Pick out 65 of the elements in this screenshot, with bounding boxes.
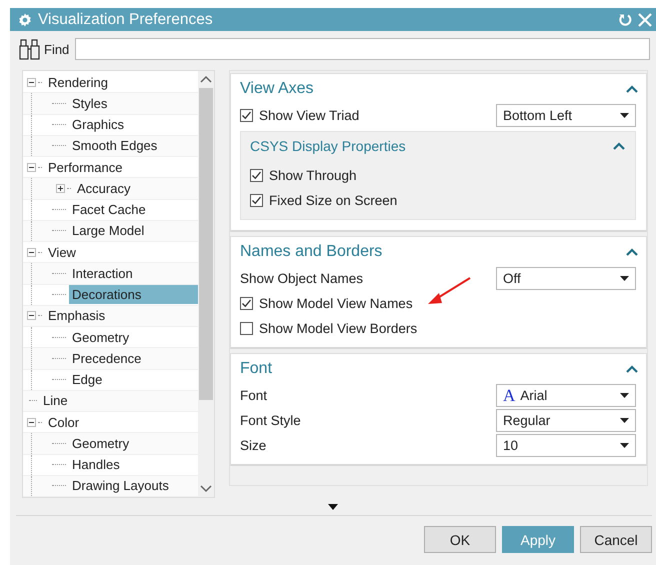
checkbox-label: Fixed Size on Screen xyxy=(269,193,398,208)
caret-icon xyxy=(620,418,629,423)
tree-item[interactable]: Performance xyxy=(45,158,126,177)
collapse-icon[interactable] xyxy=(626,85,638,93)
dropdown[interactable]: Bottom Left xyxy=(496,104,636,127)
section-title: Font xyxy=(240,360,272,378)
checkbox[interactable] xyxy=(250,169,263,182)
dialog-button[interactable]: OK xyxy=(424,526,496,553)
caret-icon xyxy=(620,393,629,398)
reset-icon[interactable] xyxy=(618,12,632,26)
binoculars-icon xyxy=(18,38,42,60)
annotation-arrow xyxy=(428,277,471,304)
scroll-down-icon[interactable] xyxy=(200,485,212,493)
plus-box-icon[interactable] xyxy=(56,184,65,193)
expand-more-icon[interactable] xyxy=(328,504,338,510)
find-label: Find xyxy=(44,42,70,56)
dialog-button[interactable]: Cancel xyxy=(580,526,652,553)
find-field[interactable] xyxy=(75,38,650,60)
section-title: View Axes xyxy=(240,80,314,98)
subsection-title: CSYS Display Properties xyxy=(250,138,406,154)
checkbox-label: Show Model View Names xyxy=(259,296,413,311)
minus-box-icon[interactable] xyxy=(27,248,36,257)
checkbox[interactable] xyxy=(240,322,253,335)
tree-item[interactable]: Graphics xyxy=(69,115,128,134)
settings-icon xyxy=(18,12,32,26)
checkbox[interactable] xyxy=(240,109,253,122)
minus-box-icon[interactable] xyxy=(27,311,36,320)
tree-item[interactable]: Geometry xyxy=(69,328,132,347)
collapse-icon[interactable] xyxy=(626,365,638,373)
tree-item[interactable]: View xyxy=(45,242,79,262)
caret-icon xyxy=(620,276,629,281)
caret-icon xyxy=(620,443,629,448)
checkbox-label: Show View Triad xyxy=(259,108,360,123)
minus-box-icon[interactable] xyxy=(27,162,36,172)
scrollbar-thumb[interactable] xyxy=(199,88,213,400)
checkbox[interactable] xyxy=(250,194,263,207)
dropdown[interactable]: A Arial xyxy=(496,384,636,407)
field-label: Size xyxy=(240,438,266,453)
tree-item[interactable]: Facet Cache xyxy=(69,200,149,220)
collapse-icon[interactable] xyxy=(613,142,625,150)
field-label: Font xyxy=(240,388,268,403)
dropdown[interactable]: Regular xyxy=(496,409,636,432)
dropdown[interactable]: 10 xyxy=(496,434,636,457)
section-title: Names and Borders xyxy=(240,243,382,261)
tree-item[interactable]: Line xyxy=(40,391,71,410)
close-icon[interactable] xyxy=(638,12,652,26)
tree-item[interactable]: Handles xyxy=(69,455,123,474)
tree-item[interactable]: Decorations xyxy=(69,285,198,304)
field-label: Font Style xyxy=(240,413,301,428)
window-title: Visualization Preferences xyxy=(38,10,214,28)
minus-box-icon[interactable] xyxy=(27,78,36,87)
field-label: Show Object Names xyxy=(240,271,364,286)
tree-item[interactable]: Color xyxy=(45,412,82,432)
minus-box-icon[interactable] xyxy=(27,418,36,427)
collapse-icon[interactable] xyxy=(626,248,638,256)
dropdown[interactable]: Off xyxy=(496,267,636,290)
tree-item[interactable]: Edge xyxy=(69,370,106,390)
font-icon: A xyxy=(503,386,516,406)
tree-item[interactable]: Rendering xyxy=(45,72,111,92)
checkbox[interactable] xyxy=(240,297,253,310)
scrollbar[interactable] xyxy=(198,71,214,497)
checkbox-label: Show Model View Borders xyxy=(259,321,418,336)
scroll-up-icon[interactable] xyxy=(200,75,212,83)
checkbox-label: Show Through xyxy=(269,168,357,183)
caret-icon xyxy=(620,113,629,118)
